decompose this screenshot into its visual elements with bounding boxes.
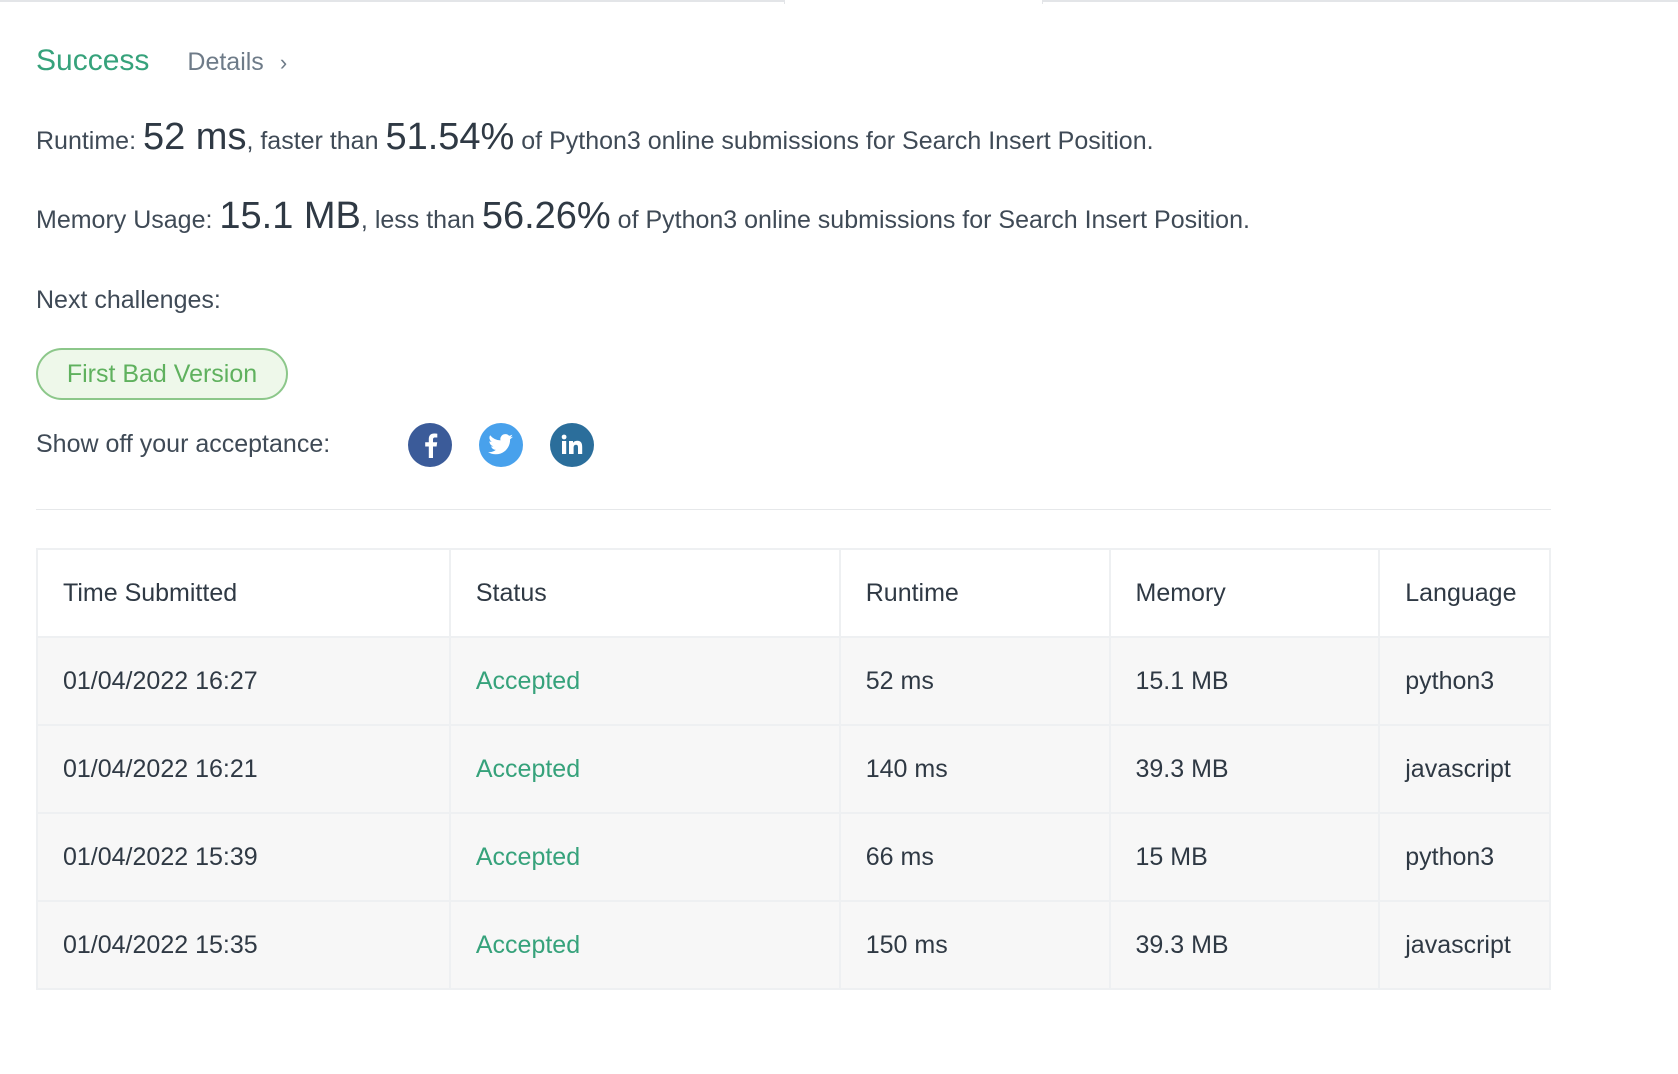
cell-time-submitted: 01/04/2022 15:39 [36,812,451,902]
chevron-right-icon: › [279,49,288,75]
cell-memory: 15 MB [1108,812,1381,902]
cell-runtime: 150 ms [838,900,1111,990]
table-header-row: Time Submitted Status Runtime Memory Lan… [36,548,1551,638]
table-row: 01/04/2022 15:39 Accepted 66 ms 15 MB py… [36,812,1551,902]
tab-border-right [1043,0,1678,2]
cell-runtime: 140 ms [838,724,1111,814]
result-header: Success Details › [36,44,287,78]
linkedin-share-button[interactable] [550,423,594,467]
cell-language: javascript [1378,900,1551,990]
cell-status-link[interactable]: Accepted [448,812,841,902]
header-memory[interactable]: Memory [1108,548,1381,638]
next-challenge-button[interactable]: First Bad Version [36,348,288,400]
cell-status-link[interactable]: Accepted [448,724,841,814]
runtime-label: Runtime: [36,127,143,155]
twitter-icon [488,434,513,455]
memory-label: Memory Usage: [36,206,220,234]
result-status-title: Success [36,44,150,77]
facebook-icon [425,433,438,458]
cell-language: javascript [1378,724,1551,814]
cell-memory: 39.3 MB [1108,900,1381,990]
header-status[interactable]: Status [448,548,841,638]
header-time-submitted[interactable]: Time Submitted [36,548,451,638]
twitter-share-button[interactable] [479,423,523,467]
tab-border-left [0,0,784,2]
active-tab-edge-left [784,0,785,4]
cell-language: python3 [1378,636,1551,726]
runtime-stat: Runtime: 52 ms, faster than 51.54% of Py… [36,116,1154,159]
cell-time-submitted: 01/04/2022 16:27 [36,636,451,726]
next-challenges-label: Next challenges: [36,286,221,314]
runtime-value: 52 ms [142,116,247,158]
top-tab-border [0,0,1678,4]
table-row: 01/04/2022 16:21 Accepted 140 ms 39.3 MB… [36,724,1551,814]
memory-suffix: of Python3 online submissions for Search… [610,206,1250,234]
submissions-table: Time Submitted Status Runtime Memory Lan… [36,548,1551,990]
runtime-comparison: , faster than [246,127,386,155]
share-label: Show off your acceptance: [36,430,331,458]
cell-memory: 39.3 MB [1108,724,1381,814]
cell-language: python3 [1378,812,1551,902]
memory-stat: Memory Usage: 15.1 MB, less than 56.26% … [36,195,1250,238]
linkedin-icon [561,434,583,454]
cell-status-link[interactable]: Accepted [448,900,841,990]
memory-percent: 56.26% [481,195,611,237]
facebook-share-button[interactable] [408,423,452,467]
details-label: Details [187,48,264,76]
header-runtime[interactable]: Runtime [838,548,1111,638]
cell-time-submitted: 01/04/2022 16:21 [36,724,451,814]
cell-status-link[interactable]: Accepted [448,636,841,726]
cell-runtime: 52 ms [838,636,1111,726]
cell-runtime: 66 ms [838,812,1111,902]
memory-value: 15.1 MB [219,195,361,237]
cell-time-submitted: 01/04/2022 15:35 [36,900,451,990]
header-language[interactable]: Language [1378,548,1551,638]
details-link[interactable]: Details › [187,48,287,77]
table-row: 01/04/2022 16:27 Accepted 52 ms 15.1 MB … [36,636,1551,726]
runtime-percent: 51.54% [385,116,515,158]
memory-comparison: , less than [360,206,482,234]
cell-memory: 15.1 MB [1108,636,1381,726]
table-row: 01/04/2022 15:35 Accepted 150 ms 39.3 MB… [36,900,1551,990]
section-divider [36,509,1551,510]
runtime-suffix: of Python3 online submissions for Search… [514,127,1154,155]
